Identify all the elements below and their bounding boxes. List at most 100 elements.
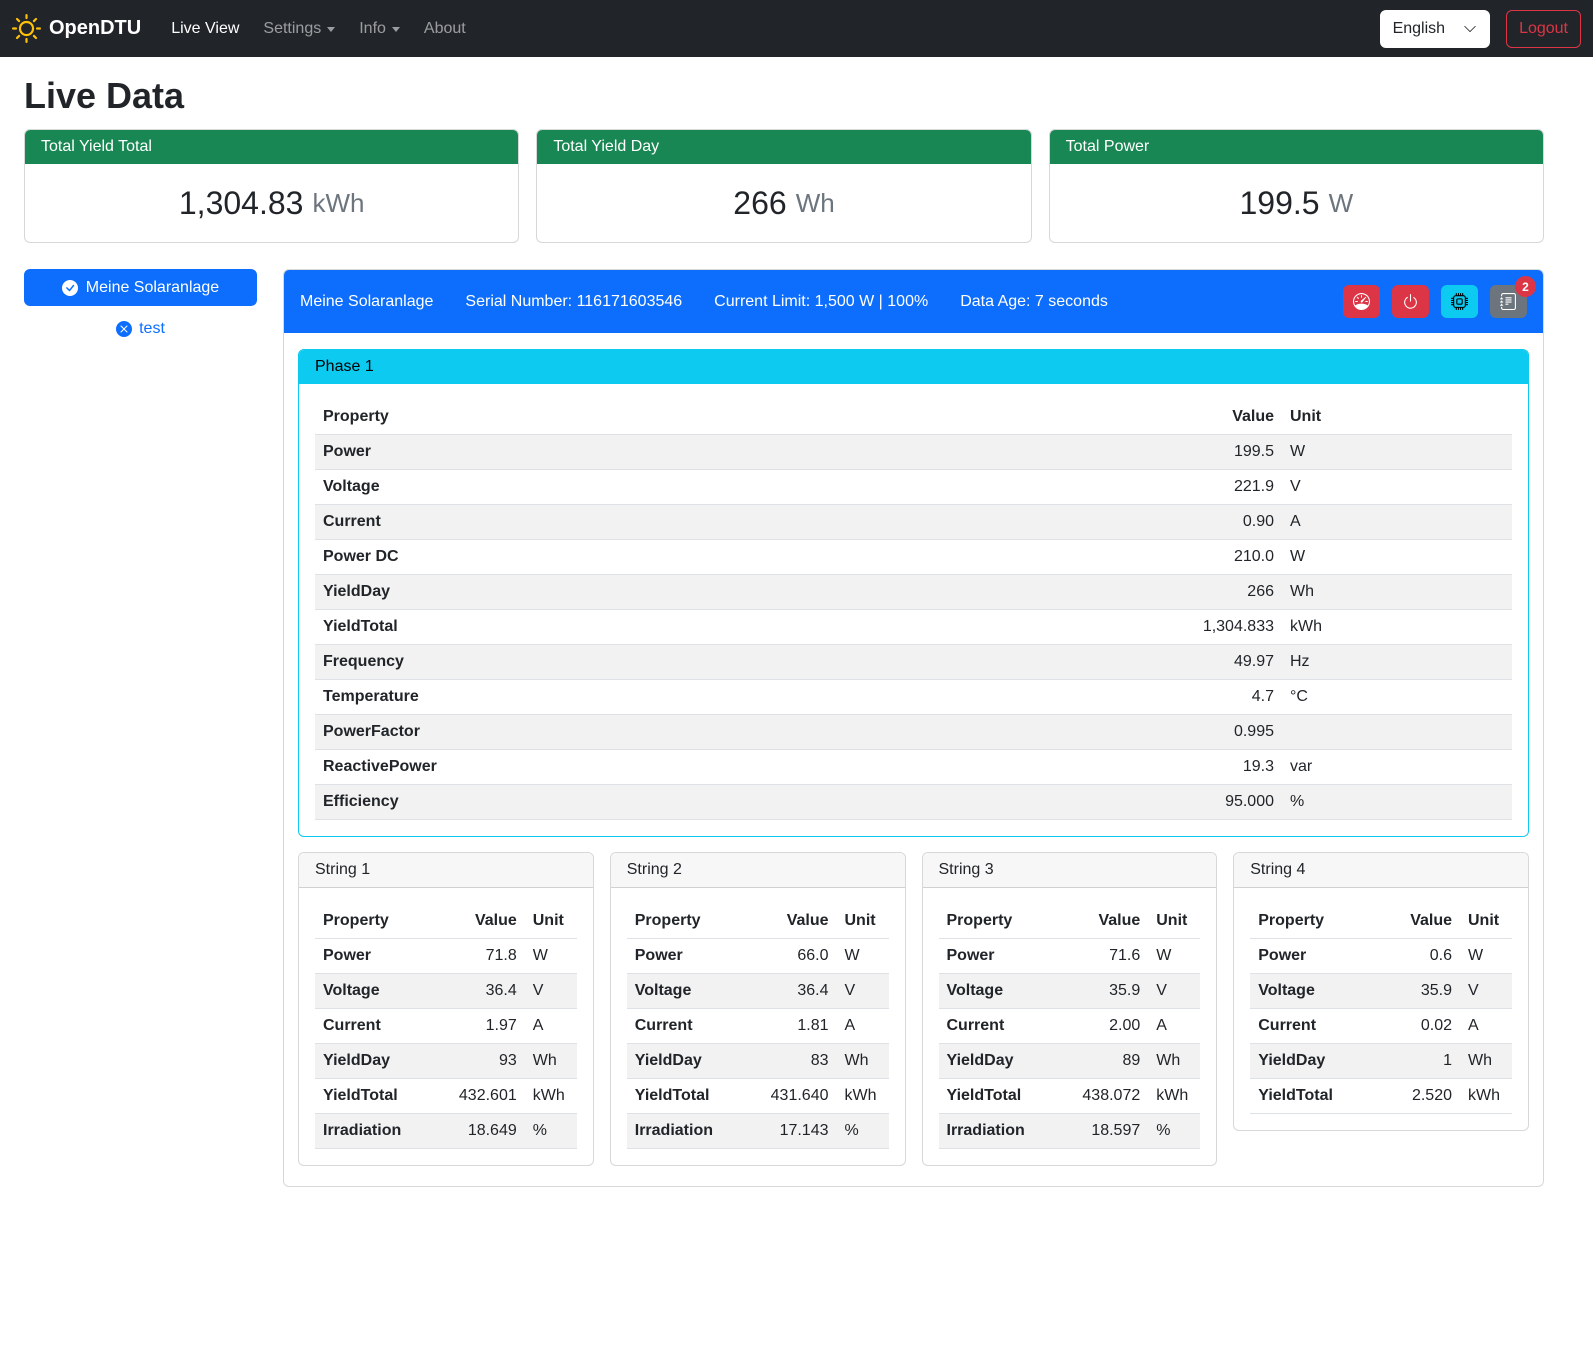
- row-property: Temperature: [315, 680, 894, 715]
- table-row: Power DC210.0W: [315, 540, 1512, 575]
- table-header-row: Property Value Unit: [315, 400, 1512, 435]
- column-header-property: Property: [315, 400, 894, 435]
- row-property: Current: [315, 1009, 433, 1044]
- table-row: YieldDay83Wh: [627, 1044, 889, 1079]
- table-row: Irradiation17.143%: [627, 1114, 889, 1149]
- row-value: 36.4: [744, 974, 836, 1009]
- table-row: Efficiency95.000%: [315, 785, 1512, 820]
- row-value: 221.9: [894, 470, 1282, 505]
- language-select[interactable]: English: [1380, 10, 1490, 48]
- main-content: Live Data Total Yield Total 1,304.83 kWh…: [24, 75, 1544, 1187]
- row-unit: %: [525, 1114, 577, 1149]
- inverter-limit: Current Limit: 1,500 W | 100%: [714, 293, 928, 311]
- check-circle-icon: [62, 280, 78, 296]
- card-value: 199.5: [1240, 185, 1320, 222]
- row-property: PowerFactor: [315, 715, 894, 750]
- row-property: Voltage: [627, 974, 745, 1009]
- inverter-actions: 2: [1343, 285, 1527, 318]
- table-header-row: Property Value Unit: [939, 904, 1201, 939]
- row-property: YieldDay: [1250, 1044, 1378, 1079]
- row-property: Irradiation: [939, 1114, 1057, 1149]
- navbar: OpenDTU Live View Settings Info About En…: [0, 0, 1593, 57]
- nav-item-about[interactable]: About: [412, 12, 478, 46]
- card-title: Total Power: [1050, 130, 1543, 164]
- card-unit: W: [1329, 188, 1354, 219]
- row-value: 1: [1378, 1044, 1460, 1079]
- table-header-row: Property Value Unit: [1250, 904, 1512, 939]
- page-title: Live Data: [24, 75, 1544, 117]
- table-row: Power199.5W: [315, 435, 1512, 470]
- row-property: YieldDay: [627, 1044, 745, 1079]
- table-row: Power71.6W: [939, 939, 1201, 974]
- row-unit: var: [1282, 750, 1512, 785]
- row-property: YieldTotal: [939, 1079, 1057, 1114]
- row-value: 71.8: [433, 939, 525, 974]
- row-value: 0.995: [894, 715, 1282, 750]
- row-unit: kWh: [837, 1079, 889, 1114]
- nav-item-info[interactable]: Info: [347, 12, 412, 46]
- column-header-unit: Unit: [837, 904, 889, 939]
- column-header-unit: Unit: [525, 904, 577, 939]
- event-count-badge: 2: [1515, 276, 1536, 297]
- limit-settings-button[interactable]: [1343, 285, 1380, 318]
- table-row: Power0.6W: [1250, 939, 1512, 974]
- table-row: Temperature4.7°C: [315, 680, 1512, 715]
- chevron-down-icon: [392, 27, 400, 32]
- row-unit: W: [837, 939, 889, 974]
- table-row: YieldDay89Wh: [939, 1044, 1201, 1079]
- brand-name: OpenDTU: [49, 17, 141, 40]
- row-unit: Hz: [1282, 645, 1512, 680]
- device-info-button[interactable]: [1441, 285, 1478, 318]
- row-value: 0.90: [894, 505, 1282, 540]
- inverter-select-button-test[interactable]: test: [24, 320, 257, 338]
- row-unit: W: [1148, 939, 1200, 974]
- string-1-card: String 1 Property Value Unit: [298, 852, 594, 1166]
- row-value: 18.597: [1056, 1114, 1148, 1149]
- row-unit: V: [1282, 470, 1512, 505]
- card-unit: Wh: [796, 188, 835, 219]
- table-row: Frequency49.97Hz: [315, 645, 1512, 680]
- nav-item-settings[interactable]: Settings: [251, 12, 347, 46]
- row-property: Irradiation: [627, 1114, 745, 1149]
- row-unit: V: [837, 974, 889, 1009]
- event-log-button[interactable]: 2: [1490, 285, 1527, 318]
- row-value: 2.520: [1378, 1079, 1460, 1114]
- inverter-select-button-meine-solaranlage[interactable]: Meine Solaranlage: [24, 269, 257, 306]
- power-toggle-button[interactable]: [1392, 285, 1429, 318]
- row-property: Voltage: [315, 974, 433, 1009]
- logout-button[interactable]: Logout: [1506, 10, 1581, 48]
- column-header-property: Property: [627, 904, 745, 939]
- strings-row: String 1 Property Value Unit: [298, 852, 1529, 1166]
- column-header-property: Property: [315, 904, 433, 939]
- nav-item-live-view[interactable]: Live View: [159, 12, 251, 46]
- row-property: Current: [939, 1009, 1057, 1044]
- table-row: YieldDay1Wh: [1250, 1044, 1512, 1079]
- row-unit: °C: [1282, 680, 1512, 715]
- row-unit: W: [1460, 939, 1512, 974]
- table-row: YieldDay266Wh: [315, 575, 1512, 610]
- table-row: Current0.02A: [1250, 1009, 1512, 1044]
- row-property: Current: [1250, 1009, 1378, 1044]
- row-value: 35.9: [1378, 974, 1460, 1009]
- row-unit: V: [525, 974, 577, 1009]
- row-property: YieldDay: [315, 575, 894, 610]
- row-property: Power: [1250, 939, 1378, 974]
- table-row: Current0.90A: [315, 505, 1512, 540]
- table-row: PowerFactor0.995: [315, 715, 1512, 750]
- total-power-card: Total Power 199.5 W: [1049, 129, 1544, 243]
- table-row: Current1.81A: [627, 1009, 889, 1044]
- phase-1-panel: Phase 1 Property Value Unit Power199.5WV…: [298, 349, 1529, 837]
- row-property: Voltage: [315, 470, 894, 505]
- inverter-name: Meine Solaranlage: [300, 293, 433, 311]
- row-property: Power: [315, 435, 894, 470]
- row-unit: A: [1148, 1009, 1200, 1044]
- row-unit: Wh: [837, 1044, 889, 1079]
- row-value: 18.649: [433, 1114, 525, 1149]
- column-header-value: Value: [894, 400, 1282, 435]
- row-value: 95.000: [894, 785, 1282, 820]
- column-header-value: Value: [1378, 904, 1460, 939]
- row-value: 438.072: [1056, 1079, 1148, 1114]
- table-row: YieldTotal431.640kWh: [627, 1079, 889, 1114]
- column-header-unit: Unit: [1148, 904, 1200, 939]
- row-property: Voltage: [939, 974, 1057, 1009]
